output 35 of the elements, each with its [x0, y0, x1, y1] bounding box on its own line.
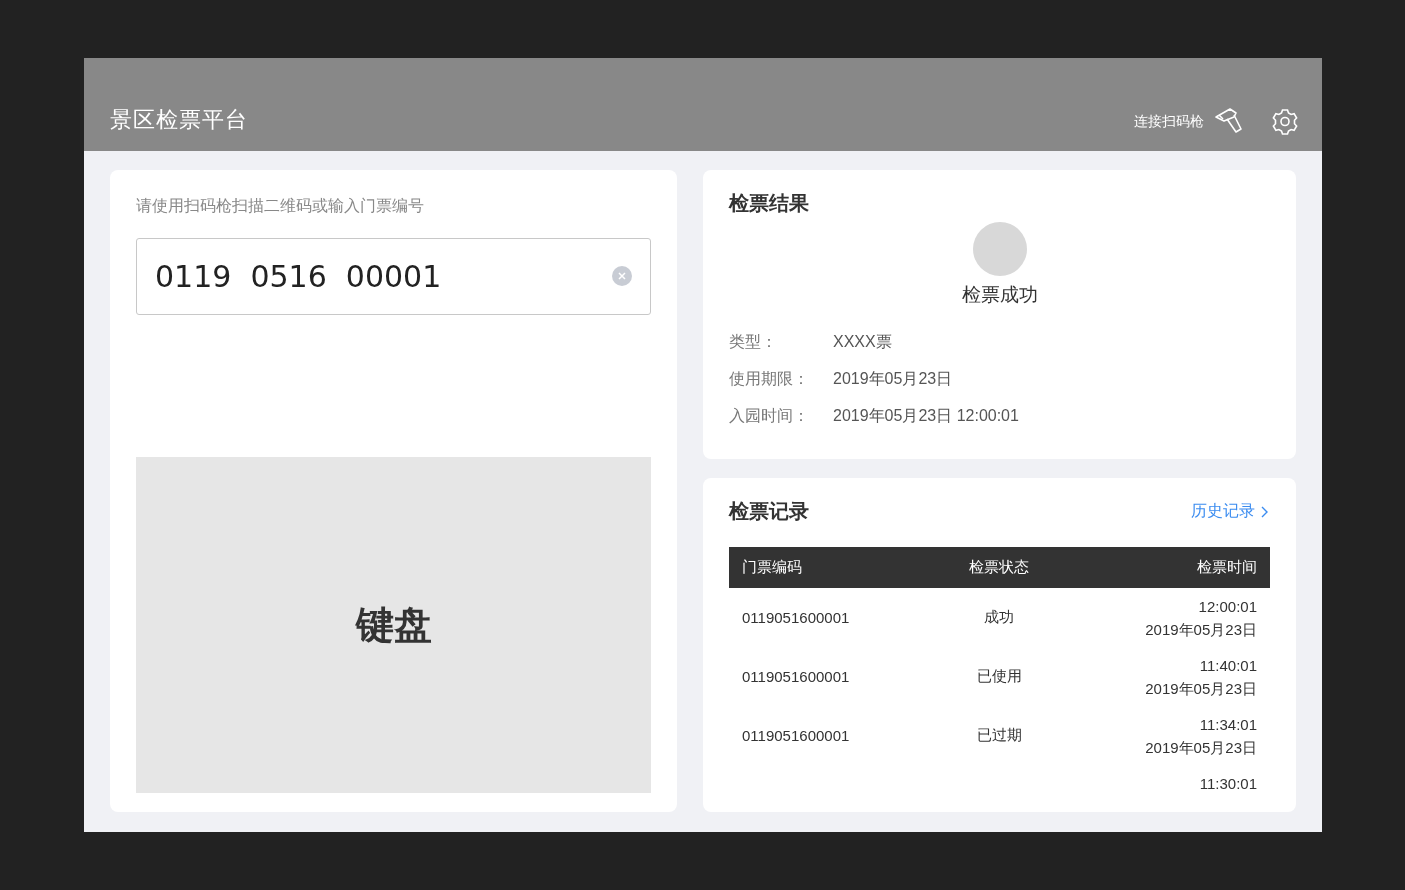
settings-icon[interactable]: [1272, 109, 1298, 135]
table-cell-text: 已使用: [976, 667, 1023, 686]
records-title: 检票记录: [729, 499, 809, 524]
field-label: 使用期限：: [729, 369, 810, 389]
scan-instruction: 请使用扫码枪扫描二维码或输入门票编号: [136, 196, 425, 216]
table-cell-text: 0119051600001: [742, 668, 851, 685]
column-header: 检票时间: [1196, 558, 1257, 577]
table-cell-text: 成功: [983, 608, 1016, 627]
field-value: 2019年05月23日: [833, 369, 953, 389]
scanner-icon[interactable]: [1214, 107, 1244, 135]
column-header: 检票状态: [968, 558, 1031, 577]
field-value: 2019年05月23日 12:00:01: [833, 406, 1019, 426]
chevron-right-icon: [1261, 505, 1268, 518]
table-cell-text: 0119051600001: [742, 609, 851, 626]
field-label: 类型：: [729, 332, 778, 352]
app-title: 景区检票平台: [110, 106, 249, 134]
table-cell-text: 12:00:01: [1198, 596, 1257, 617]
keyboard-label: 键盘: [355, 602, 432, 648]
table-cell-text: 2019年05月23日: [1145, 737, 1257, 758]
ticket-number-field[interactable]: 0119 0516 00001: [136, 238, 651, 315]
table-cell-text: 2019年05月23日: [1145, 619, 1257, 640]
table-cell-text: 11:30:01: [1199, 773, 1257, 793]
status-icon: [972, 222, 1027, 276]
table-cell-text: 11:40:01: [1199, 655, 1257, 676]
table-cell-text: 11:34:01: [1199, 714, 1257, 735]
table-cell-text: 0119051600001: [742, 727, 851, 744]
result-status: 检票成功: [961, 283, 1038, 307]
field-value: XXXX票: [833, 332, 892, 352]
history-link[interactable]: 历史记录: [1191, 501, 1268, 522]
result-title: 检票结果: [729, 191, 810, 216]
table-cell-text: 2019年05月23日: [1145, 678, 1257, 699]
table-cell-text: 已过期: [976, 726, 1023, 745]
field-label: 入园时间：: [729, 406, 810, 426]
column-header: 门票编码: [742, 558, 803, 577]
scanner-label: 连接扫码枪: [1134, 113, 1204, 131]
